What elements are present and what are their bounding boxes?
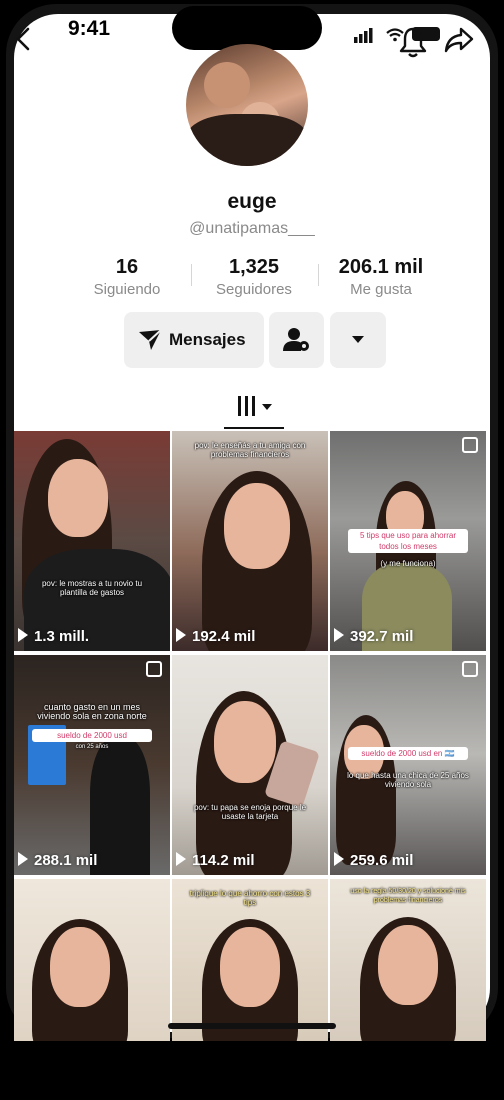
video-pill-caption: sueldo de 2000 usd — [32, 729, 152, 742]
likes-label: Me gusta — [350, 281, 412, 298]
multi-photo-icon — [462, 437, 478, 453]
video-views: 392.7 mil — [334, 628, 413, 645]
back-arrow-icon[interactable] — [12, 26, 36, 52]
video-thumbnail[interactable]: triplique lo que ahorro con estos 3 tips — [172, 879, 328, 1041]
caret-down-icon — [352, 336, 364, 343]
stat-divider — [191, 264, 192, 286]
following-count: 16 — [115, 256, 139, 278]
video-grid: pov: le mostras a tu novio tu plantilla … — [14, 431, 490, 1041]
following-label: Siguiendo — [93, 281, 161, 298]
play-icon — [334, 628, 344, 642]
video-caption: uso la regla 50/30/20 y solucioné mis pr… — [350, 888, 466, 904]
video-thumbnail[interactable]: uso la regla 50/30/20 y solucioné mis pr… — [330, 879, 486, 1041]
video-thumbnail[interactable]: pov: le enseñás a tu amiga con problemas… — [172, 431, 328, 651]
active-tab-indicator — [224, 427, 284, 429]
status-icons — [354, 27, 440, 43]
video-thumbnail[interactable]: pov: tu papa se enoja porque le usaste l… — [172, 655, 328, 875]
stat-followers[interactable]: 1,325 Seguidores — [199, 256, 309, 298]
video-thumbnail[interactable]: cuanto gasto en un mes viviendo sola en … — [14, 655, 170, 875]
message-button-label: Mensajes — [169, 330, 246, 349]
play-icon — [176, 628, 186, 642]
play-icon — [334, 852, 344, 866]
video-pill-caption: sueldo de 2000 usd en 🇦🇷 — [348, 747, 468, 760]
video-views: 1.3 mill. — [18, 628, 89, 645]
user-settings-icon — [283, 328, 309, 351]
video-caption: lo que hasta una chica de 25 años vivien… — [347, 771, 469, 789]
profile-handle: @unatipamas___ — [189, 220, 315, 237]
video-caption: triplique lo que ahorro con estos 3 tips — [189, 889, 311, 907]
notification-bell-icon[interactable] — [398, 26, 428, 60]
likes-count: 206.1 mil — [338, 256, 424, 278]
video-caption: pov: le enseñás a tu amiga con problemas… — [194, 441, 306, 459]
video-views: 114.2 mil — [176, 852, 255, 869]
video-thumbnail[interactable]: sueldo de 2000 usd en 🇦🇷 lo que hasta un… — [330, 655, 486, 875]
follow-settings-button[interactable] — [269, 312, 324, 368]
video-subcaption: con 25 años — [75, 744, 109, 750]
play-icon — [176, 852, 186, 866]
followers-label: Seguidores — [216, 281, 292, 298]
video-views: 259.6 mil — [334, 852, 413, 869]
videos-grid-tab-icon[interactable] — [236, 394, 276, 420]
send-icon — [139, 329, 162, 350]
video-caption: pov: le mostras a tu novio tu plantilla … — [41, 579, 143, 597]
message-button[interactable]: Mensajes — [124, 312, 264, 368]
video-caption: cuanto gasto en un mes viviendo sola en … — [37, 702, 147, 721]
home-indicator — [168, 1023, 336, 1029]
share-icon[interactable] — [444, 26, 474, 54]
profile-name: euge — [227, 190, 277, 213]
video-views: 192.4 mil — [176, 628, 255, 645]
video-thumbnail[interactable] — [14, 879, 170, 1041]
multi-photo-icon — [146, 661, 162, 677]
more-dropdown-button[interactable] — [330, 312, 386, 368]
video-thumbnail[interactable]: 5 tips que uso para ahorrar todos los me… — [330, 431, 486, 651]
play-icon — [18, 628, 28, 642]
stat-following[interactable]: 16 Siguiendo — [72, 256, 182, 298]
stat-divider — [318, 264, 319, 286]
video-caption: pov: tu papa se enoja porque le usaste l… — [193, 803, 307, 821]
play-icon — [18, 852, 28, 866]
video-views: 288.1 mil — [18, 852, 97, 869]
video-caption: (y me funciona) — [380, 559, 436, 568]
multi-photo-icon — [462, 661, 478, 677]
video-pill-caption: 5 tips que uso para ahorrar todos los me… — [348, 529, 468, 553]
profile-avatar[interactable] — [186, 44, 308, 166]
followers-count: 1,325 — [228, 256, 280, 278]
video-thumbnail[interactable]: pov: le mostras a tu novio tu plantilla … — [14, 431, 170, 651]
stat-likes: 206.1 mil Me gusta — [326, 256, 436, 298]
status-time: 9:41 — [68, 17, 111, 40]
